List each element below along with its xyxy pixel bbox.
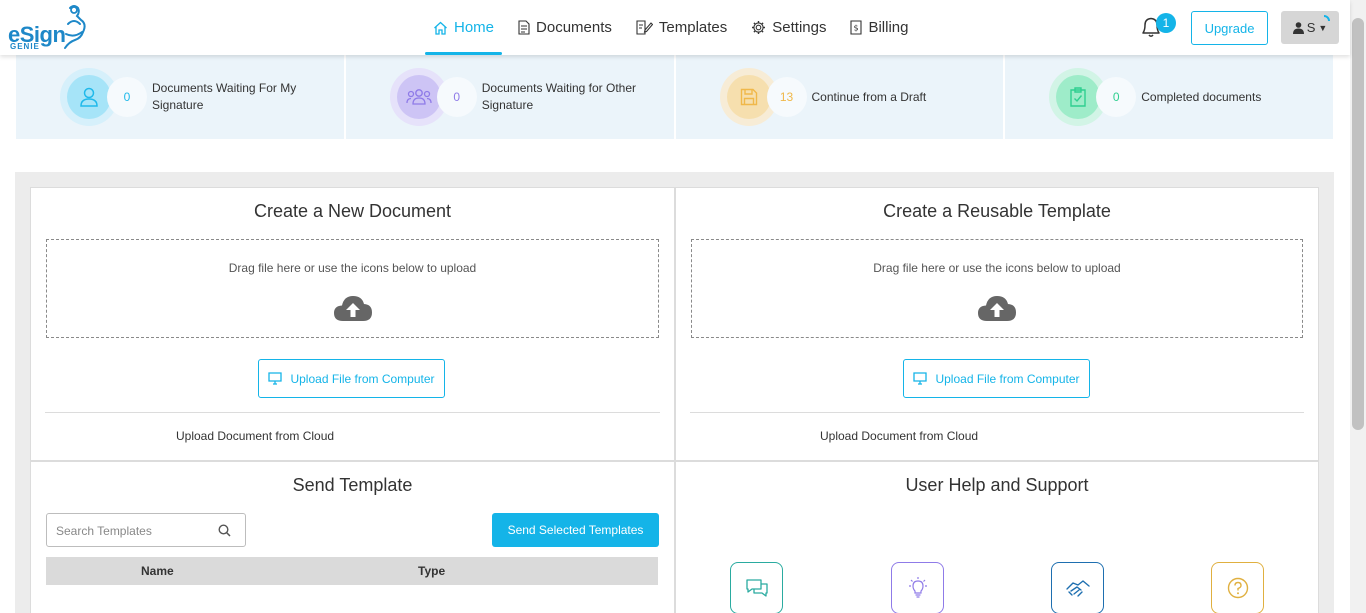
stat-drafts[interactable]: 13 Continue from a Draft (675, 55, 1004, 139)
monitor-icon (268, 372, 283, 385)
chat-support-button[interactable] (730, 562, 783, 613)
stat-label: Continue from a Draft (811, 89, 927, 104)
page-scrollbar[interactable] (1350, 0, 1366, 613)
card-title: User Help and Support (905, 475, 1089, 495)
logo-subtext: GENIE (10, 42, 40, 51)
save-icon (740, 88, 757, 106)
document-icon (518, 20, 530, 35)
divider (690, 412, 1304, 413)
chat-icon (745, 579, 768, 597)
user-icon (1292, 21, 1304, 34)
user-menu-button[interactable]: S ▼ (1281, 11, 1339, 44)
templates-table-header: Name Type (46, 557, 658, 585)
stat-waiting-for-others[interactable]: 0 Documents Waiting for Other Signature (345, 55, 674, 139)
send-template-card: Send Template Search Templates Send Sele… (30, 461, 675, 613)
upload-from-cloud-link[interactable]: Upload Document from Cloud (820, 429, 978, 443)
send-selected-templates-button[interactable]: Send Selected Templates (492, 513, 659, 547)
genie-mascot-icon (64, 5, 86, 49)
gear-icon (752, 21, 766, 34)
create-document-card: Create a New Document Drag file here or … (30, 187, 675, 461)
help-support-card: User Help and Support (675, 461, 1319, 613)
nav-home[interactable]: Home (425, 0, 503, 55)
column-header-name[interactable]: Name (141, 564, 174, 578)
question-icon (1227, 577, 1248, 599)
svg-text:$: $ (854, 24, 859, 33)
stat-count: 0 (436, 77, 477, 117)
search-placeholder: Search Templates (56, 524, 152, 538)
users-icon (406, 89, 432, 105)
nav-settings-label: Settings (772, 19, 827, 36)
billing-icon: $ (850, 20, 863, 35)
stat-waiting-for-me[interactable]: 0 Documents Waiting For My Signature (16, 55, 344, 139)
handshake-icon (1065, 580, 1090, 597)
card-title: Send Template (292, 475, 413, 495)
stat-label: Documents Waiting for Other Signature (481, 81, 637, 112)
card-title: Create a New Document (253, 201, 452, 221)
nav-billing[interactable]: $ Billing (842, 0, 916, 55)
stat-count: 0 (107, 77, 147, 117)
faq-button[interactable] (1211, 562, 1264, 613)
template-search-input[interactable]: Search Templates (46, 513, 246, 547)
template-icon (636, 20, 653, 35)
upload-button-label: Upload File from Computer (935, 371, 1080, 386)
loading-spinner-icon (1323, 15, 1330, 22)
user-icon (80, 87, 98, 107)
dropzone-text: Drag file here or use the icons below to… (873, 261, 1121, 275)
card-title: Create a Reusable Template (883, 201, 1111, 221)
nav-templates[interactable]: Templates (628, 0, 735, 55)
stat-label: Documents Waiting For My Signature (152, 81, 297, 112)
template-dropzone[interactable]: Drag file here or use the icons below to… (691, 239, 1303, 338)
stat-count: 13 (766, 77, 807, 117)
upload-from-cloud-link[interactable]: Upload Document from Cloud (176, 429, 334, 443)
document-dropzone[interactable]: Drag file here or use the icons below to… (46, 239, 659, 338)
nav-settings[interactable]: Settings (743, 0, 834, 55)
stat-count: 0 (1096, 77, 1137, 117)
create-template-card: Create a Reusable Template Drag file her… (675, 187, 1319, 461)
nav-documents[interactable]: Documents (510, 0, 620, 55)
scrollbar-thumb[interactable] (1352, 18, 1364, 430)
home-icon (434, 21, 447, 35)
upgrade-button[interactable]: Upgrade (1191, 11, 1268, 45)
divider (45, 412, 660, 413)
nav-home-label: Home (454, 19, 495, 36)
main-content: Create a New Document Drag file here or … (15, 172, 1334, 613)
lightbulb-icon (908, 577, 927, 598)
partner-support-button[interactable] (1051, 562, 1104, 613)
dropzone-text: Drag file here or use the icons below to… (228, 261, 477, 275)
upload-from-computer-button[interactable]: Upload File from Computer (903, 359, 1090, 398)
cloud-upload-icon (978, 296, 1016, 321)
nav-templates-label: Templates (658, 19, 728, 36)
user-initial: S (1306, 20, 1316, 35)
tips-button[interactable] (891, 562, 944, 613)
cloud-upload-icon (333, 296, 372, 321)
notification-badge: 1 (1156, 13, 1176, 33)
main-nav: Home Documents Templates Settings $ Bill… (425, 0, 925, 55)
monitor-icon (913, 372, 928, 385)
dashboard-stats: 0 Documents Waiting For My Signature 0 D… (16, 55, 1333, 139)
stat-label: Completed documents (1141, 89, 1262, 104)
nav-billing-label: Billing (868, 19, 909, 36)
nav-documents-label: Documents (536, 19, 612, 36)
column-header-type[interactable]: Type (418, 564, 445, 578)
page: eSign GENIE Home Documents Templates Set… (0, 0, 1366, 613)
stat-completed[interactable]: 0 Completed documents (1005, 55, 1333, 139)
upload-button-label: Upload File from Computer (290, 371, 435, 386)
top-header: eSign GENIE Home Documents Templates Set… (0, 0, 1350, 55)
clipboard-check-icon (1070, 87, 1086, 107)
search-icon[interactable] (218, 524, 231, 537)
esign-genie-logo[interactable]: eSign GENIE (8, 4, 90, 52)
upload-from-computer-button[interactable]: Upload File from Computer (258, 359, 445, 398)
